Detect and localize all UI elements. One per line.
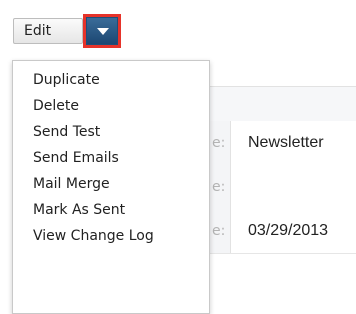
edit-button[interactable]: Edit <box>13 18 83 44</box>
menu-item-send-emails[interactable]: Send Emails <box>13 145 209 171</box>
edit-button-label: Edit <box>24 23 52 39</box>
menu-item-view-change-log[interactable]: View Change Log <box>13 223 209 249</box>
menu-item-duplicate[interactable]: Duplicate <box>13 67 209 93</box>
menu-item-delete[interactable]: Delete <box>13 93 209 119</box>
field-label: e: <box>212 223 226 239</box>
field-label: e: <box>212 135 226 151</box>
caret-down-icon <box>97 28 109 35</box>
field-value: 03/29/2013 <box>248 222 329 239</box>
field-value: Newsletter <box>248 134 324 151</box>
menu-item-send-test[interactable]: Send Test <box>13 119 209 145</box>
field-label: e: <box>212 179 226 195</box>
menu-item-mail-merge[interactable]: Mail Merge <box>13 171 209 197</box>
menu-item-mark-as-sent[interactable]: Mark As Sent <box>13 197 209 223</box>
dropdown-toggle-fill <box>87 18 117 44</box>
screen: e: Newsletter e: e: 03/29/2013 Edit Dupl… <box>0 0 356 314</box>
actions-dropdown-toggle[interactable] <box>83 14 121 48</box>
actions-dropdown-menu: Duplicate Delete Send Test Send Emails M… <box>12 60 210 314</box>
